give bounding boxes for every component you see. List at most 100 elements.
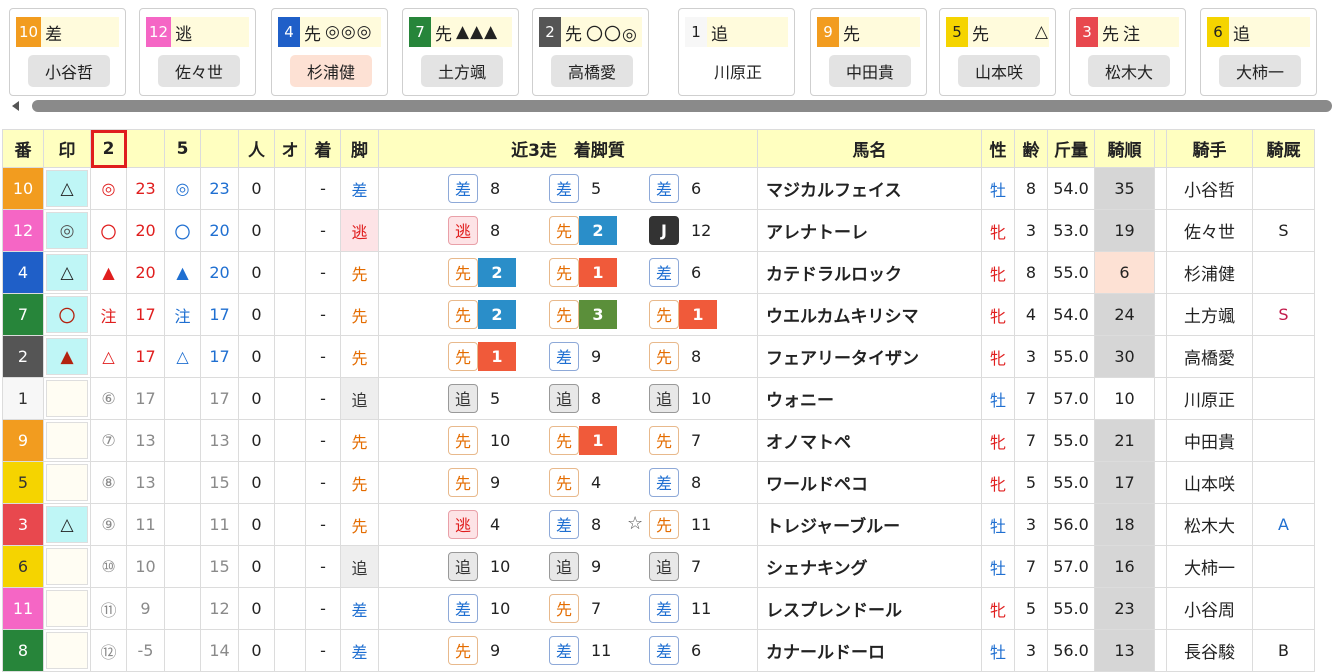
recent-run[interactable]: 差 11 [649,593,711,623]
recent-run[interactable]: 先2 [448,257,516,287]
recent-run[interactable]: 差6 [649,635,701,665]
mark-cell[interactable] [43,629,91,672]
table-row[interactable]: 1 ⑥ 17 17 0- 追追 5 追 8 追 10 ウォニー牡 7 57.0 10 川原正 [2,377,1315,420]
recent-run[interactable]: 逃4 [448,509,500,539]
horizontal-scrollbar[interactable] [12,100,1332,112]
mark-cell[interactable] [43,419,91,462]
jockey-cell[interactable]: 中田貴 [1166,419,1253,462]
card-jockey-button[interactable]: 大柿一 [1219,55,1301,87]
favorite-card[interactable]: 6 追大柿一 [1200,8,1317,96]
header-sort-5[interactable]: 5 [164,129,201,168]
table-row[interactable]: 3 △ ⑨ 11 11 0- 先逃 4 差 8 ☆ 先 11 トレジャーブルー牡 3 56.0 18 松木大 A [2,503,1315,546]
recent-run[interactable]: 差6 [649,257,701,287]
horse-name[interactable]: アレナトーレ [757,209,982,252]
horse-name[interactable]: ウエルカムキリシマ [757,293,982,336]
recent-run[interactable]: 差5 [549,173,601,203]
favorite-card[interactable]: 5 先 △ 山本咲 [939,8,1056,96]
recent-run[interactable]: 先3 [549,299,617,329]
jockey-cell[interactable]: 佐々世 [1166,209,1253,252]
mark-box[interactable] [46,464,88,501]
mark-box[interactable] [46,380,88,417]
recent-run[interactable]: 先1 [649,299,717,329]
card-jockey-button[interactable]: 佐々世 [158,55,240,87]
card-jockey-button[interactable]: 高橋愛 [551,55,633,87]
header-sort-2[interactable]: 2 [90,129,127,168]
recent-run[interactable]: 先2 [448,299,516,329]
recent-run[interactable]: 先 10 [448,425,510,455]
recent-run[interactable]: 先7 [549,593,601,623]
favorite-card[interactable]: 3 先注松木大 [1069,8,1186,96]
mark-box[interactable] [46,632,88,669]
header-ninki[interactable]: 人 [238,129,275,168]
recent-run[interactable]: ☆ 先 11 [627,509,711,539]
mark-box[interactable]: △ [46,254,88,291]
jockey-cell[interactable]: 小谷哲 [1166,167,1253,210]
favorite-card[interactable]: 12 逃佐々世 [139,8,256,96]
mark-cell[interactable]: △ [43,251,91,294]
header-jockey[interactable]: 騎手 [1166,129,1253,168]
mark-box[interactable] [46,590,88,627]
mark-box[interactable]: △ [46,170,88,207]
header-kijun[interactable]: 騎順 [1094,129,1155,168]
jockey-cell[interactable]: 大柿一 [1166,545,1253,588]
mark-box[interactable] [46,548,88,585]
recent-run[interactable]: 差9 [549,341,601,371]
horse-name[interactable]: マジカルフェイス [757,167,982,210]
card-jockey-button[interactable]: 中田貴 [829,55,911,87]
favorite-card[interactable]: 10 差小谷哲 [9,8,126,96]
mark-cell[interactable] [43,377,91,420]
jockey-cell[interactable]: 杉浦健 [1166,251,1253,294]
card-jockey-button[interactable]: 小谷哲 [28,55,110,87]
recent-run[interactable]: 追 10 [649,383,711,413]
recent-run[interactable]: 差8 [649,467,701,497]
recent-run[interactable]: 追 10 [448,551,510,581]
table-row[interactable]: 5 ⑧ 13 15 0- 先先 9 先 4 差 8 ワールドペコ牝 5 55.0 17 山本咲 [2,461,1315,504]
header-recent-runs[interactable]: 近3走 着脚質 [378,129,758,168]
table-row[interactable]: 12 ◎ 〇 20 〇 20 0- 逃逃 8 先 2 J 12 アレナトーレ牝 3 53.0 19 佐々世 S [2,209,1315,252]
table-row[interactable]: 11 ⑪ 9 12 0- 差差 10 先 7 差 11 レスプレンドール牝 5 55.0 23 小谷周 [2,587,1315,630]
card-jockey-button[interactable]: 山本咲 [958,55,1040,87]
recent-run[interactable]: 追8 [549,383,601,413]
jockey-cell[interactable]: 長谷駿 [1166,629,1253,672]
mark-cell[interactable] [43,545,91,588]
jockey-cell[interactable]: 高橋愛 [1166,335,1253,378]
table-row[interactable]: 7 〇注 17 注 17 0- 先先 2 先 3 先 1 ウエルカムキリシマ牝 4 54.0 24 土方颯 S [2,293,1315,336]
jockey-cell[interactable]: 川原正 [1166,377,1253,420]
header-weight[interactable]: 斤量 [1047,129,1095,168]
table-row[interactable]: 9 ⑦ 13 13 0- 先先 10 先 1 先 7 オノマトペ牝 7 55.0 21 中田貴 [2,419,1315,462]
header-kyaku[interactable]: 脚 [340,129,379,168]
favorite-card[interactable]: 9 先中田貴 [810,8,927,96]
horse-name[interactable]: ウォニー [757,377,982,420]
mark-cell[interactable]: 〇 [43,293,91,336]
header-horse-name[interactable]: 馬名 [757,129,982,168]
horse-name[interactable]: レスプレンドール [757,587,982,630]
jockey-cell[interactable]: 土方颯 [1166,293,1253,336]
recent-run[interactable]: 追9 [549,551,601,581]
recent-run[interactable]: 逃8 [448,215,500,245]
header-ban[interactable]: 番 [2,129,44,168]
header-age[interactable]: 齢 [1014,129,1048,168]
mark-cell[interactable]: △ [43,167,91,210]
recent-run[interactable]: 先9 [448,467,500,497]
horse-name[interactable]: ワールドペコ [757,461,982,504]
recent-run[interactable]: 先1 [448,341,516,371]
mark-cell[interactable]: ◎ [43,209,91,252]
recent-run[interactable]: 差8 [448,173,500,203]
mark-cell[interactable] [43,587,91,630]
mark-box[interactable]: 〇 [46,296,88,333]
recent-run[interactable]: 先1 [549,425,617,455]
mark-box[interactable]: ◎ [46,212,88,249]
recent-run[interactable]: 差6 [649,173,701,203]
recent-run[interactable]: J 12 [649,215,711,245]
horse-name[interactable]: トレジャーブルー [757,503,982,546]
recent-run[interactable]: 追7 [649,551,701,581]
jockey-cell[interactable]: 小谷周 [1166,587,1253,630]
horse-name[interactable]: カナールドーロ [757,629,982,672]
recent-run[interactable]: 先9 [448,635,500,665]
mark-cell[interactable] [43,461,91,504]
recent-run[interactable]: 先7 [649,425,701,455]
header-sex[interactable]: 性 [981,129,1015,168]
jockey-cell[interactable]: 松木大 [1166,503,1253,546]
table-row[interactable]: 10 △ ◎ 23 ◎ 23 0- 差差 8 差 5 差 6 マジカルフェイス牡 8 54.0 35 小谷哲 [2,167,1315,210]
header-odds[interactable]: オ [274,129,306,168]
